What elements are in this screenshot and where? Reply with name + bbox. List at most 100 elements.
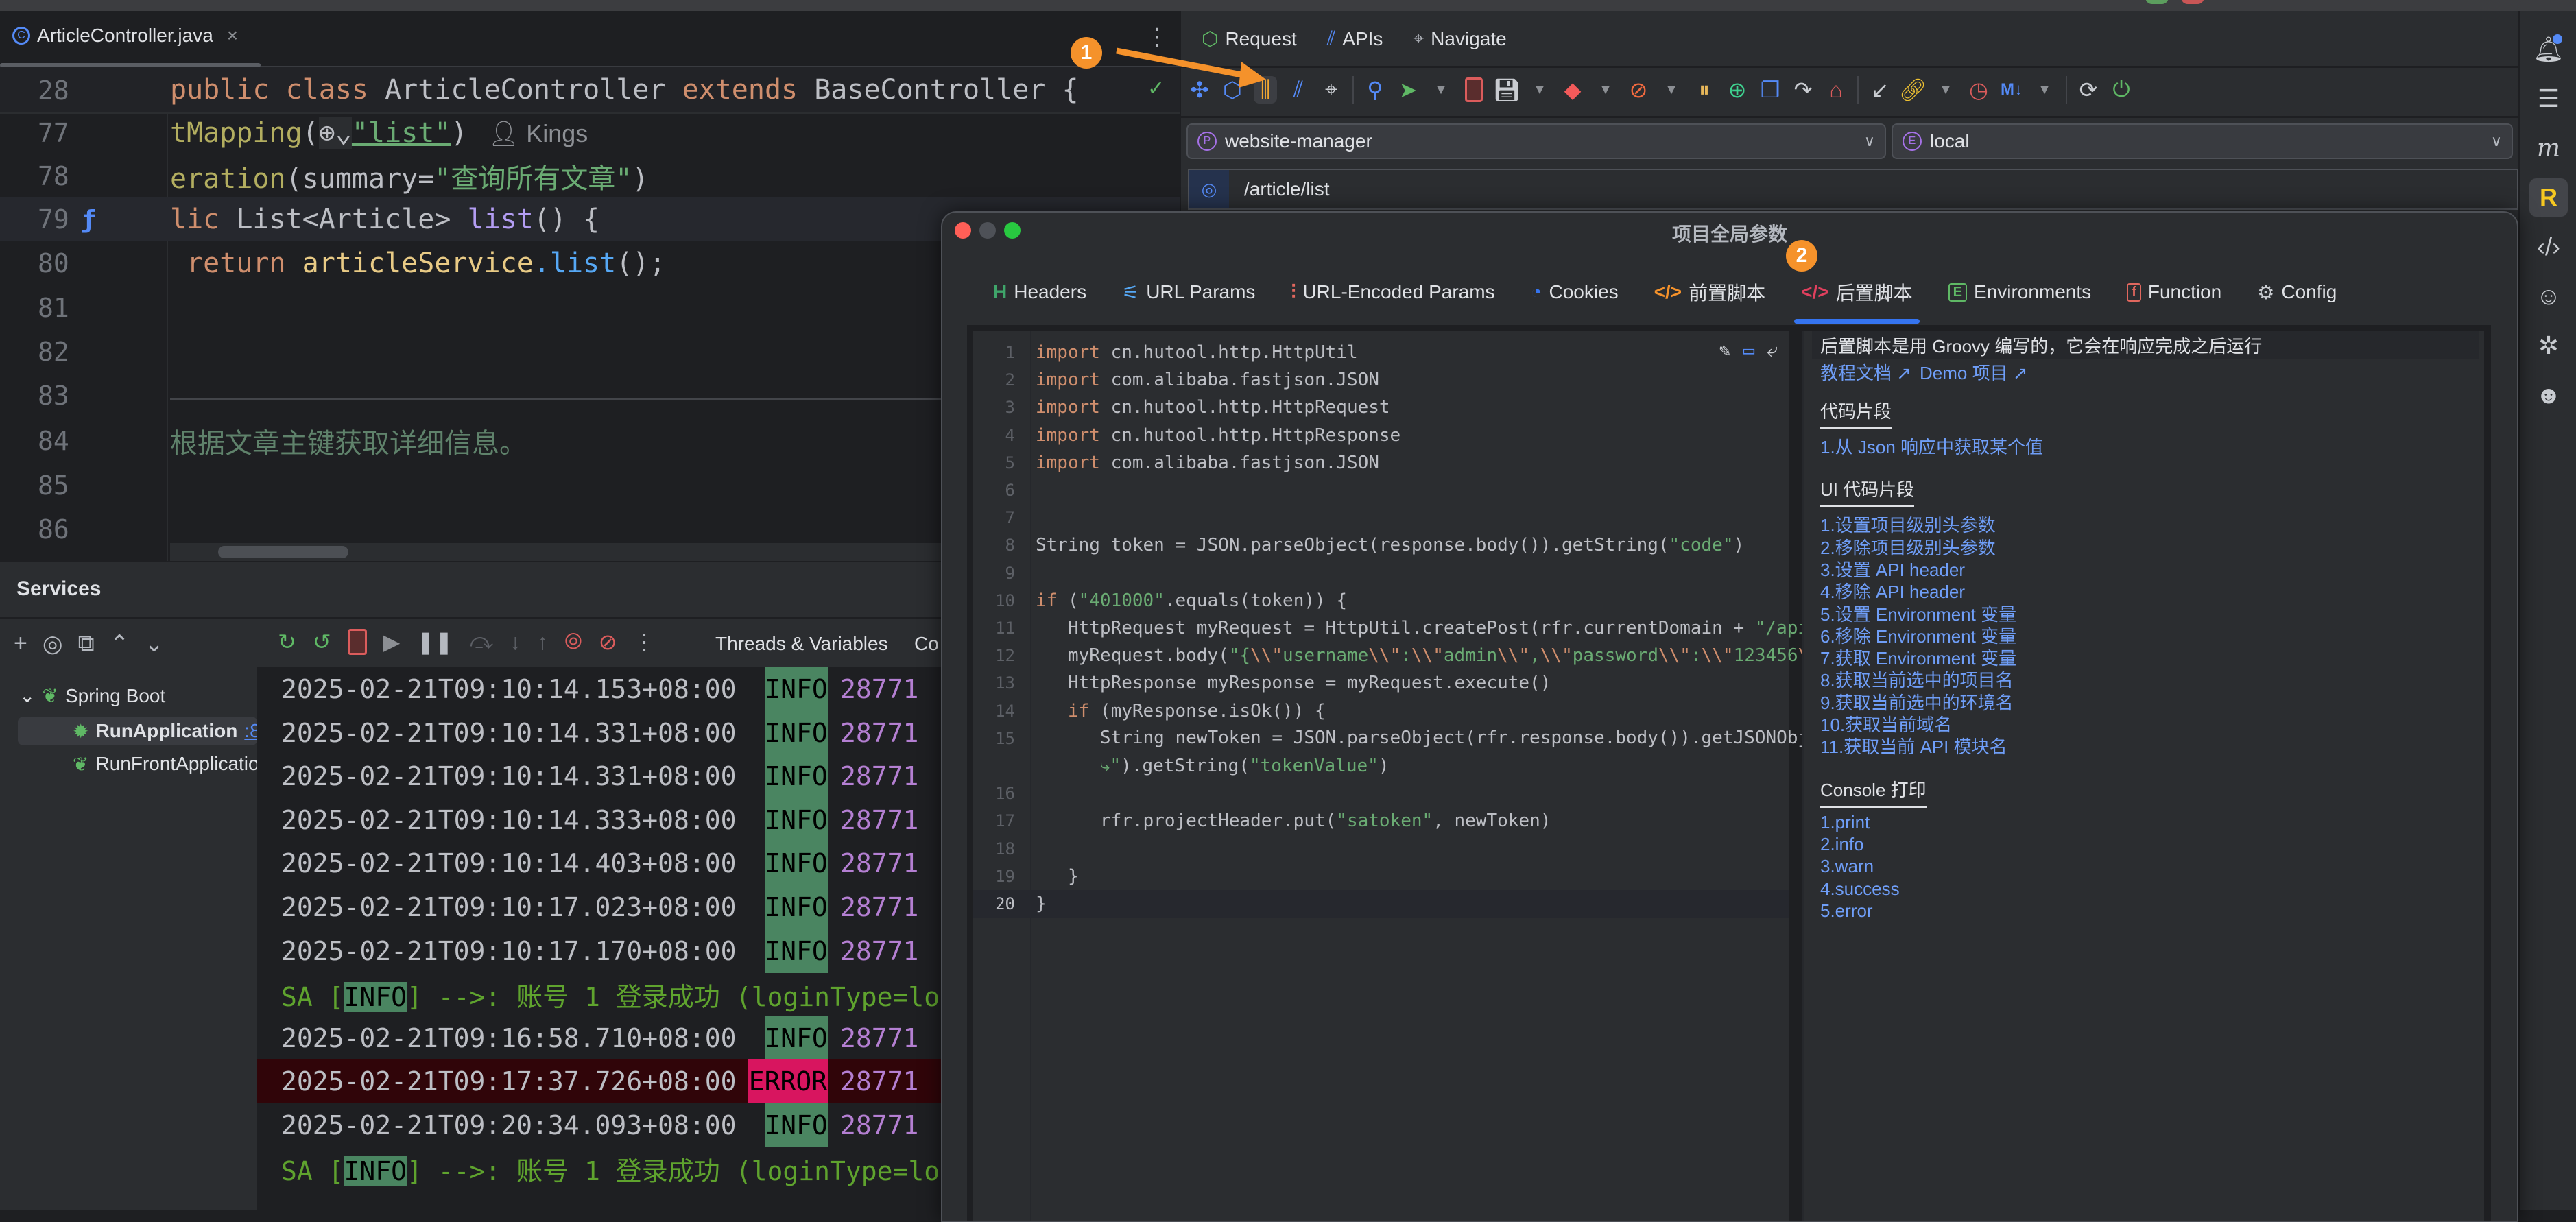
dialog-tab[interactable]: ⫶ URL-Encoded Params [1273, 270, 1512, 314]
eye-icon[interactable]: ◎ [43, 630, 63, 658]
save-icon[interactable]: 💾︎ [1493, 76, 1521, 104]
tree-item[interactable]: ✹RunApplication:80 [18, 717, 271, 745]
line-number: 8 [1005, 536, 1015, 555]
postman-icon[interactable]: ⊘ [1627, 76, 1650, 104]
tab-console[interactable]: Co [914, 633, 939, 655]
power-icon[interactable]: ⏻ [2110, 76, 2133, 104]
url-path[interactable]: /article/list [1244, 178, 1329, 200]
snippet-link[interactable]: 3.warn [1820, 856, 1874, 877]
help-section-title: UI 代码片段 [1820, 476, 1915, 508]
more-icon[interactable]: ⋮ [634, 629, 656, 655]
code-token: password [1572, 645, 1658, 667]
toggle-icon[interactable]: ⏸︎ [1693, 76, 1716, 104]
stop-request-icon[interactable] [1462, 76, 1486, 104]
snippet-link[interactable]: 1.从 Json 响应中获取某个值 [1820, 433, 2043, 459]
tab-threads-variables[interactable]: Threads & Variables [715, 633, 888, 655]
save-dropdown-icon[interactable]: ▼ [1528, 76, 1551, 104]
copy-icon[interactable]: ❐ [1758, 76, 1782, 104]
editor-tab-article-controller[interactable]: C ArticleController.java × [12, 25, 238, 47]
tab-icon: ⚙ [2257, 281, 2275, 303]
dialog-tab[interactable]: </> 前置脚本 [1636, 270, 1784, 314]
project-select[interactable]: P website-manager ∨ [1186, 123, 1886, 159]
rerun-debug-icon[interactable]: ↺ [313, 629, 331, 655]
code-token: if [1067, 700, 1090, 721]
mock-dropdown-icon[interactable]: ▼ [1594, 76, 1617, 104]
dialog-tab[interactable]: </> 后置脚本 [1783, 270, 1931, 324]
tree-item[interactable]: ❦ RunFrontApplication [18, 750, 270, 778]
dialog-tab[interactable]: E Environments [1931, 270, 2110, 314]
tab-apis[interactable]: ⫽ APIs [1327, 27, 1383, 50]
sync-icon[interactable]: ⟳ [2077, 76, 2100, 104]
notifications-icon[interactable]: 🔔︎ [2529, 30, 2568, 69]
ai-assistant-icon[interactable]: ✲ [2529, 326, 2568, 365]
send-dropdown-icon[interactable]: ▼ [1429, 76, 1453, 104]
dialog-tab[interactable]: ⚟ URL Params [1104, 270, 1273, 314]
url-input[interactable]: ◎ /article/list [1188, 169, 2518, 210]
database-icon[interactable]: ☰ [2529, 80, 2568, 118]
history-icon[interactable]: ◷ [1967, 76, 1990, 104]
clean-icon[interactable]: ⌂ [1824, 76, 1848, 104]
send-icon[interactable]: ➤ [1396, 76, 1420, 104]
api-gutter-icon[interactable]: ƒ [81, 206, 96, 234]
markdown-icon[interactable]: M↓ [2000, 76, 2023, 104]
endpoints-icon[interactable]: ‹/› [2529, 228, 2568, 266]
snippet-link[interactable]: 4.success [1820, 878, 1900, 900]
postman-dropdown-icon[interactable]: ▼ [1660, 76, 1683, 104]
snippet-link[interactable]: 1.print [1820, 812, 1870, 833]
code-token: admin [1443, 645, 1498, 667]
search-api-icon[interactable]: ⚲ [1363, 76, 1387, 104]
close-icon[interactable]: × [227, 25, 238, 47]
script-line: 6 [973, 477, 1789, 504]
method-icon[interactable]: ◎ [1189, 170, 1229, 208]
locate-icon[interactable]: ⌖ [1320, 76, 1343, 104]
request-toolbar: ✣ ⬡ ⫼ ⫽ ⌖ ⚲ ➤ ▼ 💾︎ ▼ ◆ ▼ ⊘ ▼ ⏸︎ ⊕ ❐ ↷ ⌂ … [1181, 66, 2518, 118]
restful-fast-request-icon[interactable]: R [2529, 178, 2568, 217]
tutorial-docs-link[interactable]: 教程文档 ↗ [1820, 359, 1911, 385]
markdown-dropdown-icon[interactable]: ▼ [2033, 76, 2056, 104]
target-icon[interactable]: ⊕ [1726, 76, 1749, 104]
paren: ( [302, 117, 319, 149]
link-dropdown-icon[interactable]: ▼ [1934, 76, 1957, 104]
demo-project-link[interactable]: Demo 项目 ↗ [1920, 359, 2028, 385]
script-line: 9 [973, 560, 1789, 587]
scrollbar-thumb[interactable] [218, 546, 348, 558]
snippet-link[interactable]: 2.info [1820, 834, 1864, 855]
snippet-link[interactable]: 11.获取当前 API 模块名 [1820, 733, 2007, 758]
script-code: HttpRequest myRequest = HttpUtil.createP… [1036, 618, 1894, 638]
new-tab-icon[interactable]: ⧉ [78, 630, 95, 658]
tab-navigate[interactable]: ⌖ Navigate [1413, 27, 1506, 50]
maven-icon[interactable]: m [2529, 129, 2568, 167]
step-out-icon[interactable]: ↑ [537, 630, 548, 655]
redo-icon[interactable]: ↷ [1791, 76, 1815, 104]
mute-breakpoints-icon[interactable]: ⊘ [599, 629, 617, 655]
collapse-all-icon[interactable]: ⌄ [144, 630, 164, 658]
dialog-tab[interactable]: ◔ Cookies [1513, 270, 1636, 314]
step-over-icon[interactable]: ⤼ [470, 629, 493, 655]
copilot-icon[interactable]: ☺ [2529, 277, 2568, 315]
dialog-tab[interactable]: f Function [2109, 270, 2239, 314]
expand-all-icon[interactable]: ⌃ [110, 630, 130, 658]
step-into-icon[interactable]: ↓ [510, 630, 521, 655]
import-icon[interactable]: ↙ [1868, 76, 1892, 104]
pause-icon[interactable]: ❚❚ [416, 629, 453, 655]
view-breakpoints-icon[interactable]: ⦾ [564, 629, 582, 655]
log-level-badge: INFO [765, 929, 828, 973]
tree-item[interactable]: ⌄ ❦ Spring Boot [19, 684, 165, 707]
rerun-icon[interactable]: ↻ [278, 629, 296, 655]
environment-select[interactable]: E local ∨ [1892, 123, 2513, 159]
stop-icon[interactable] [347, 629, 367, 655]
copilot-chat-icon[interactable]: ☻ [2529, 376, 2568, 414]
link-icon[interactable]: 🔗︎ [1899, 76, 1927, 104]
mock-icon[interactable]: ◆ [1561, 76, 1584, 104]
dialog-tab[interactable]: ⚙ Config [2239, 270, 2354, 314]
add-service-icon[interactable]: + [14, 630, 27, 658]
chevron-down-icon[interactable]: ⌄ [19, 684, 35, 707]
string-literal: "查询所有文章" [434, 163, 632, 195]
resume-icon[interactable]: ▶ [383, 629, 401, 655]
globe-icon[interactable]: ⊕⌄ [318, 117, 352, 149]
post-script-editor[interactable]: ✎ ▭ ⤶ 1 import cn.hutool.http.HttpUtil 2 im… [973, 331, 1915, 1221]
dialog-tab[interactable]: H Headers [975, 270, 1104, 314]
chart-icon[interactable]: ⫽ [1287, 76, 1310, 104]
project-badge-icon: P [1197, 132, 1217, 151]
snippet-link[interactable]: 5.error [1820, 900, 1873, 922]
